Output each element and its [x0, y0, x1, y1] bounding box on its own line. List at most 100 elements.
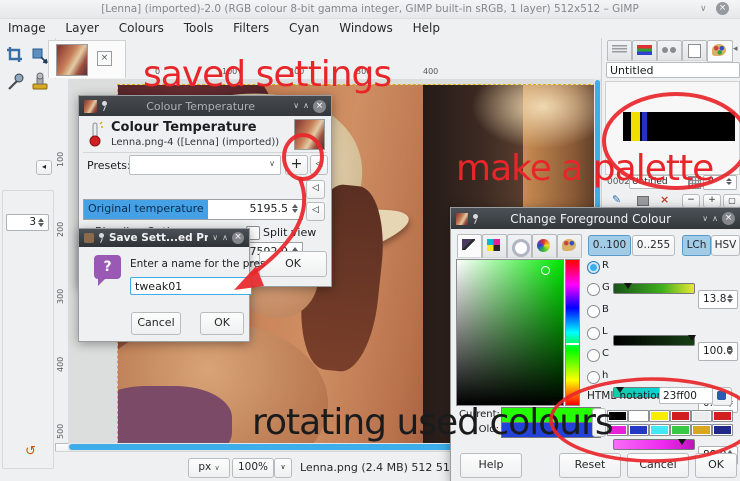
- help-button[interactable]: Help: [460, 453, 522, 478]
- history-swatch[interactable]: [712, 410, 733, 422]
- menu-item-image[interactable]: Image: [0, 19, 54, 37]
- menu-item-colours[interactable]: Colours: [111, 19, 172, 37]
- zoom-in-button[interactable]: +: [703, 194, 721, 208]
- menu-item-layer[interactable]: Layer: [57, 19, 106, 37]
- original-temperature-slider[interactable]: Original temperature 5195.5: [83, 199, 303, 220]
- menu-item-cyan[interactable]: Cyan: [281, 19, 327, 37]
- image-tab[interactable]: ×: [48, 40, 126, 78]
- spinbox-g[interactable]: 100.0: [698, 342, 738, 361]
- hue-strip[interactable]: [565, 259, 580, 406]
- menu-item-tools[interactable]: Tools: [176, 19, 222, 37]
- colour-square-cursor[interactable]: [541, 266, 550, 275]
- radio-h[interactable]: [587, 371, 600, 384]
- menu-item-help[interactable]: Help: [405, 19, 448, 37]
- temp-dialog-titlebar[interactable]: Colour Temperature ∨ ∧ ×: [79, 96, 331, 116]
- cancel-button[interactable]: Cancel: [627, 453, 689, 478]
- save-preset-button[interactable]: +: [285, 155, 308, 175]
- vertical-ruler[interactable]: 100 200 300 400 500: [55, 79, 69, 443]
- radio-r[interactable]: [587, 261, 600, 274]
- history-swatch[interactable]: [712, 424, 733, 436]
- radio-g[interactable]: [587, 283, 600, 296]
- tab-document-history[interactable]: [682, 40, 707, 61]
- maximize-icon[interactable]: ∧: [712, 214, 718, 224]
- slider-track-g[interactable]: [613, 335, 696, 346]
- slider-track-l[interactable]: [613, 439, 695, 450]
- history-swatch[interactable]: [628, 424, 649, 436]
- history-swatch[interactable]: [649, 410, 670, 422]
- ok-button[interactable]: OK: [259, 251, 327, 277]
- history-swatch[interactable]: [691, 410, 712, 422]
- presets-combobox[interactable]: ∨: [129, 155, 281, 175]
- unit-select[interactable]: px ∨: [188, 458, 230, 478]
- radio-c[interactable]: [587, 349, 600, 362]
- shade-icon[interactable]: ∨: [702, 214, 708, 224]
- save-dialog-close-icon[interactable]: ×: [232, 232, 244, 244]
- window-shade-icon[interactable]: ∨: [700, 4, 707, 14]
- zoom-chevron-button[interactable]: ∨: [274, 458, 292, 478]
- reset-row-button[interactable]: ◁: [306, 180, 325, 199]
- ok-button[interactable]: OK: [200, 312, 244, 335]
- shade-icon[interactable]: ∨: [293, 101, 299, 111]
- menu-item-windows[interactable]: Windows: [331, 19, 401, 37]
- history-swatch[interactable]: [691, 424, 712, 436]
- delete-colour-icon[interactable]: ×: [660, 193, 669, 206]
- menu-item-filters[interactable]: Filters: [225, 19, 277, 37]
- temp-dialog-close-icon[interactable]: ×: [313, 99, 326, 113]
- tab-palette-selector[interactable]: [557, 234, 582, 258]
- fg-dialog-titlebar[interactable]: Change Foreground Colour ∨ ∧ ×: [451, 208, 740, 229]
- history-swatch[interactable]: [649, 424, 670, 436]
- reset-button[interactable]: Reset: [559, 453, 621, 478]
- maximize-icon[interactable]: ∧: [222, 233, 228, 243]
- tab-gradients[interactable]: [632, 40, 657, 61]
- new-colour-icon[interactable]: [637, 196, 649, 206]
- zoom-out-button[interactable]: −: [682, 194, 700, 208]
- dock-menu-icon[interactable]: ◂: [36, 160, 52, 175]
- tab-brushes[interactable]: [607, 40, 632, 61]
- cancel-button[interactable]: Cancel: [131, 312, 181, 335]
- ok-button[interactable]: OK: [695, 453, 737, 478]
- reset-tool-icon[interactable]: ↺: [25, 444, 36, 459]
- preset-name-input[interactable]: [130, 277, 252, 295]
- save-dialog-titlebar[interactable]: Save Sett...ed Preset ∨ ∧ ×: [79, 229, 249, 247]
- palette-name-input[interactable]: [606, 62, 740, 78]
- pin-icon[interactable]: [101, 101, 108, 111]
- colour-picker-tool-icon[interactable]: [6, 72, 26, 92]
- history-swatch[interactable]: [670, 410, 691, 422]
- mode-hsv-button[interactable]: HSV: [711, 235, 740, 256]
- hue-strip-cursor[interactable]: [566, 342, 579, 345]
- history-swatch[interactable]: [628, 410, 649, 422]
- range-0-255-button[interactable]: 0..255: [632, 235, 675, 256]
- range-0-100-button[interactable]: 0..100: [588, 235, 631, 256]
- tab-fonts[interactable]: [657, 40, 682, 61]
- pin-icon[interactable]: [472, 213, 479, 224]
- tool-option-spinbox[interactable]: 3: [6, 214, 49, 231]
- fg-dialog-close-icon[interactable]: ×: [722, 212, 735, 225]
- shade-icon[interactable]: ∨: [212, 233, 218, 243]
- zoom-all-button[interactable]: ▢: [723, 194, 740, 208]
- clone-tool-icon[interactable]: [30, 72, 50, 92]
- image-tab-close-icon[interactable]: ×: [97, 51, 112, 66]
- crop-tool-icon[interactable]: [6, 46, 26, 66]
- palette-swatch-yellow[interactable]: [631, 112, 640, 141]
- slider-track-r[interactable]: [613, 283, 695, 294]
- spinbox-r[interactable]: 13.8: [698, 290, 738, 309]
- mode-lch-button[interactable]: LCh: [682, 235, 711, 256]
- maximize-icon[interactable]: ∧: [303, 101, 309, 111]
- tab-gimp-selector[interactable]: [457, 234, 482, 258]
- zoom-select[interactable]: 100%: [232, 458, 274, 478]
- pin-icon[interactable]: [98, 233, 105, 243]
- tab-scroll-icon[interactable]: ◂: [733, 44, 738, 54]
- colour-picker-button[interactable]: [712, 387, 732, 406]
- window-close-button[interactable]: ×: [716, 2, 729, 15]
- tab-wheel-selector[interactable]: [532, 234, 557, 258]
- palette-colour-strip[interactable]: [623, 112, 735, 141]
- tab-watercolor-selector[interactable]: [507, 234, 532, 258]
- edit-colour-icon[interactable]: ✎: [612, 193, 621, 206]
- transform-tool-icon[interactable]: [30, 46, 50, 66]
- reset-row-button[interactable]: ◁: [306, 202, 325, 221]
- preset-menu-button[interactable]: ◁: [310, 155, 328, 175]
- history-swatch[interactable]: [670, 424, 691, 436]
- tab-cmyk-selector[interactable]: [482, 234, 507, 258]
- radio-l[interactable]: [587, 327, 600, 340]
- palette-swatch-blue[interactable]: [642, 112, 647, 141]
